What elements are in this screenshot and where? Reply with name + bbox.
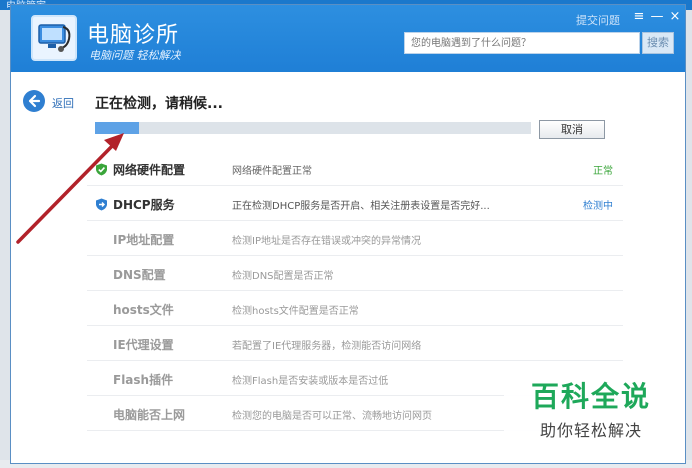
annotation-arrow <box>16 133 124 244</box>
